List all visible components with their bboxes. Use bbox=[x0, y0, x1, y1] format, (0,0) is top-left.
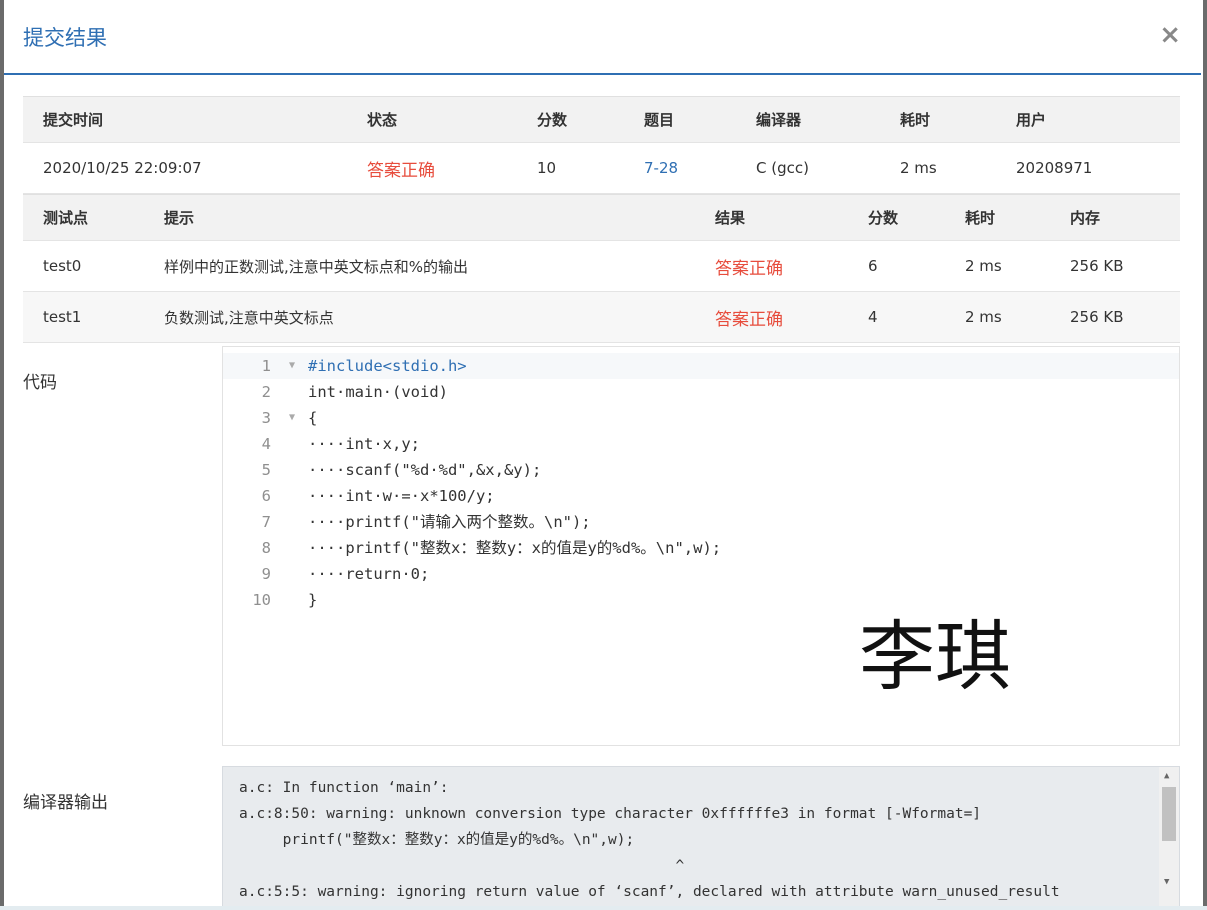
testcase-name: test0 bbox=[43, 257, 82, 275]
fold-arrow-icon[interactable]: ▼ bbox=[289, 405, 295, 431]
code-text: ····printf("请输入两个整数。\n"); bbox=[308, 513, 591, 531]
line-number: 8 bbox=[261, 539, 271, 557]
code-line: 1 ▼ #include<stdio.h> bbox=[223, 353, 1179, 379]
watermark: 李琪 bbox=[859, 612, 1011, 701]
output-scrollbar[interactable]: ▲ ▼ bbox=[1159, 767, 1179, 906]
header-hint: 提示 bbox=[164, 209, 195, 227]
testcase-name: test1 bbox=[43, 308, 82, 326]
testcase-time: 2 ms bbox=[965, 308, 1002, 326]
code-line: 2 int·main·(void) bbox=[223, 379, 1179, 405]
submission-result-modal: 提交结果 × 提交时间 状态 分数 题目 编译器 耗时 用户 2020/10/2… bbox=[4, 0, 1201, 906]
scroll-down-icon[interactable]: ▼ bbox=[1164, 877, 1169, 887]
code-line: 4 ····int·x,y; bbox=[223, 431, 1179, 457]
testcase-score: 6 bbox=[868, 257, 878, 275]
output-line: printf("整数x：整数y：x的值是y的%d%。\n",w); bbox=[239, 832, 635, 848]
problem-link[interactable]: 7-28 bbox=[644, 143, 678, 193]
scrollbar-thumb[interactable] bbox=[1162, 787, 1176, 841]
result-table: 提交时间 状态 分数 题目 编译器 耗时 用户 2020/10/25 22:09… bbox=[23, 96, 1180, 343]
header-score: 分数 bbox=[537, 111, 568, 129]
compiler-value: C (gcc) bbox=[756, 159, 809, 177]
backdrop bbox=[0, 906, 1207, 910]
header-duration: 耗时 bbox=[900, 111, 931, 129]
header-memory: 内存 bbox=[1070, 209, 1101, 227]
line-number: 6 bbox=[261, 487, 271, 505]
header-testcase: 测试点 bbox=[43, 209, 89, 227]
code-line: 8 ····printf("整数x：整数y：x的值是y的%d%。\n",w); bbox=[223, 535, 1179, 561]
tests-header-row: 测试点 提示 结果 分数 耗时 内存 bbox=[23, 194, 1180, 241]
summary-row: 2020/10/25 22:09:07 答案正确 10 7-28 C (gcc)… bbox=[23, 143, 1180, 194]
testcase-time: 2 ms bbox=[965, 257, 1002, 275]
testcase-memory: 256 KB bbox=[1070, 308, 1124, 326]
header-status: 状态 bbox=[367, 111, 398, 129]
modal-header: 提交结果 × bbox=[4, 0, 1201, 75]
code-line: 9 ····return·0; bbox=[223, 561, 1179, 587]
backdrop bbox=[1203, 0, 1207, 910]
line-number: 2 bbox=[261, 383, 271, 401]
status-badge: 答案正确 bbox=[367, 160, 435, 181]
submit-time: 2020/10/25 22:09:07 bbox=[43, 159, 202, 177]
header-submit-time: 提交时间 bbox=[43, 111, 104, 129]
code-line: 7 ····printf("请输入两个整数。\n"); bbox=[223, 509, 1179, 535]
code-text: ····printf("整数x：整数y：x的值是y的%d%。\n",w); bbox=[308, 539, 722, 557]
code-text: int·main·(void) bbox=[308, 383, 448, 401]
header-test-time: 耗时 bbox=[965, 209, 996, 227]
code-line: 6 ····int·w·=·x*100/y; bbox=[223, 483, 1179, 509]
testcase-memory: 256 KB bbox=[1070, 257, 1124, 275]
line-number: 4 bbox=[261, 435, 271, 453]
line-number: 7 bbox=[261, 513, 271, 531]
table-row: test1 负数测试,注意中英文标点 答案正确 4 2 ms 256 KB bbox=[23, 292, 1180, 343]
testcase-result: 答案正确 bbox=[715, 309, 783, 330]
fold-arrow-icon[interactable]: ▼ bbox=[289, 353, 295, 379]
code-text: #include<stdio.h> bbox=[308, 357, 467, 375]
score-value: 10 bbox=[537, 159, 557, 177]
summary-header-row: 提交时间 状态 分数 题目 编译器 耗时 用户 bbox=[23, 96, 1180, 143]
user-value: 20208971 bbox=[1016, 159, 1093, 177]
output-line: a.c: In function ‘main’: bbox=[239, 780, 449, 796]
table-row: test0 样例中的正数测试,注意中英文标点和%的输出 答案正确 6 2 ms … bbox=[23, 241, 1180, 292]
header-compiler: 编译器 bbox=[756, 111, 802, 129]
line-number: 3 bbox=[261, 409, 271, 427]
modal-title: 提交结果 bbox=[23, 26, 107, 50]
output-line: ^ bbox=[239, 858, 685, 874]
code-text: ····int·w·=·x*100/y; bbox=[308, 487, 495, 505]
testcase-score: 4 bbox=[868, 308, 878, 326]
code-editor[interactable]: 1 ▼ #include<stdio.h> 2 int·main·(void) … bbox=[222, 346, 1180, 746]
testcase-result: 答案正确 bbox=[715, 258, 783, 279]
code-text: ····int·x,y; bbox=[308, 435, 420, 453]
code-label: 代码 bbox=[23, 373, 57, 393]
header-result: 结果 bbox=[715, 209, 746, 227]
code-text: } bbox=[308, 591, 318, 609]
code-text: ····scanf("%d·%d",&x,&y); bbox=[308, 461, 542, 479]
header-user: 用户 bbox=[1016, 111, 1047, 129]
output-line: a.c:8:50: warning: unknown conversion ty… bbox=[239, 806, 982, 822]
testcase-hint: 负数测试,注意中英文标点 bbox=[164, 308, 334, 327]
code-line: 3 ▼ { bbox=[223, 405, 1179, 431]
compiler-output[interactable]: a.c: In function ‘main’: a.c:8:50: warni… bbox=[222, 766, 1180, 906]
header-problem: 题目 bbox=[644, 111, 675, 129]
code-line: 5 ····scanf("%d·%d",&x,&y); bbox=[223, 457, 1179, 483]
close-icon[interactable]: × bbox=[1159, 20, 1181, 50]
code-line: 10 } bbox=[223, 587, 1179, 613]
output-line: a.c:5:5: warning: ignoring return value … bbox=[239, 884, 1060, 900]
line-number: 10 bbox=[252, 591, 271, 609]
line-number: 5 bbox=[261, 461, 271, 479]
scroll-up-icon[interactable]: ▲ bbox=[1164, 771, 1169, 781]
code-text: #include<stdio.h> bbox=[308, 353, 467, 379]
code-text: ····return·0; bbox=[308, 565, 430, 583]
line-number: 1 bbox=[261, 357, 271, 375]
code-text: { bbox=[308, 409, 318, 427]
testcase-hint: 样例中的正数测试,注意中英文标点和%的输出 bbox=[164, 257, 469, 276]
header-test-score: 分数 bbox=[868, 209, 899, 227]
duration-value: 2 ms bbox=[900, 159, 937, 177]
compiler-output-label: 编译器输出 bbox=[23, 793, 108, 813]
line-number: 9 bbox=[261, 565, 271, 583]
